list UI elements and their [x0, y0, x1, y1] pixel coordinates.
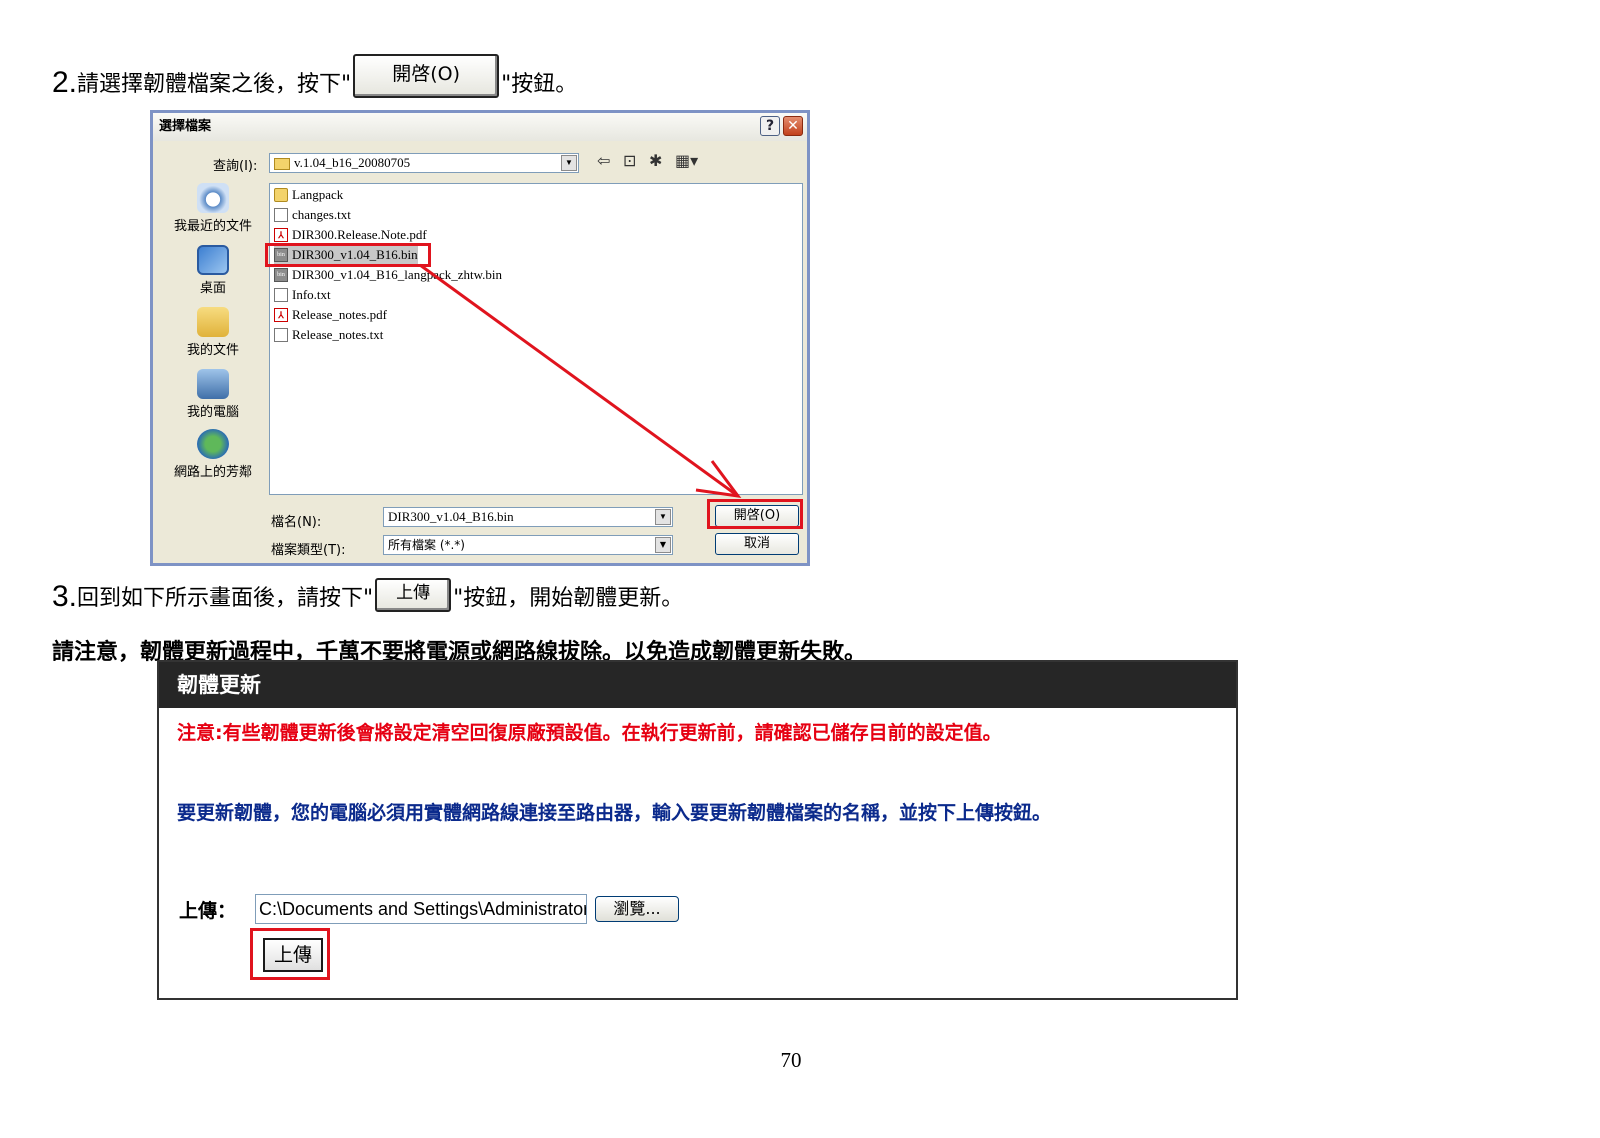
- browse-button[interactable]: 瀏覽...: [595, 896, 679, 922]
- upload-file-path-input[interactable]: C:\Documents and Settings\Administrator: [255, 894, 587, 924]
- upload-label: 上傳：: [179, 900, 237, 922]
- upload-button-reference: 上傳: [375, 578, 452, 612]
- firmware-caution-note: 注意:有些韌體更新後會將設定清空回復原廠預設值。在執行更新前，請確認已儲存目前的…: [177, 722, 1002, 744]
- firmware-instructions: 要更新韌體，您的電腦必須用實體網路線連接至路由器，輸入要更新韌體檔案的名稱，並按…: [177, 802, 1052, 824]
- step-text-end: "按鈕，開始韌體更新。: [453, 586, 684, 611]
- page-number: 70: [780, 1048, 802, 1072]
- firmware-panel-title: 韌體更新: [159, 662, 1236, 708]
- step-number: 3.: [52, 580, 78, 613]
- upload-button-highlight: [250, 928, 330, 980]
- step-text: 回到如下所示畫面後，請按下": [77, 586, 374, 611]
- step-3-line: 3. 回到如下所示畫面後，請按下" 上傳 "按鈕，開始韌體更新。: [52, 578, 683, 612]
